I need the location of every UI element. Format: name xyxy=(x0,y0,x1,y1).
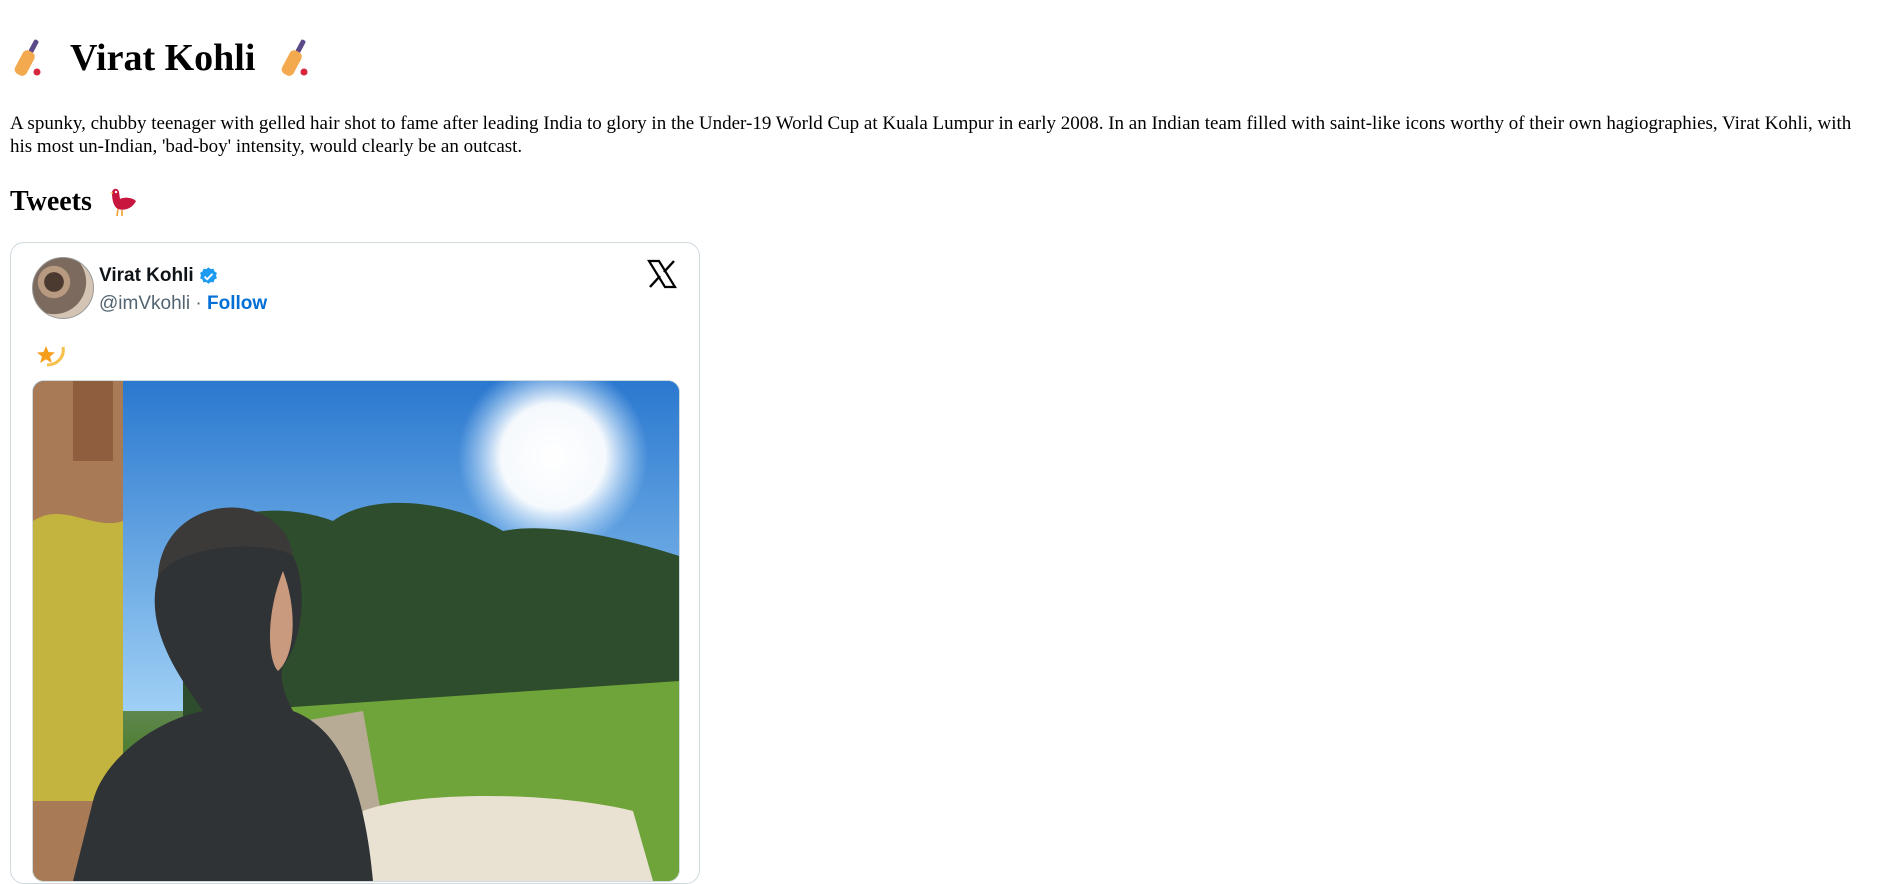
tweets-heading-label: Tweets xyxy=(10,186,92,217)
author-handle[interactable]: @imVkohli xyxy=(99,293,190,314)
author-display-name[interactable]: Virat Kohli xyxy=(99,265,267,287)
author-names: Virat Kohli @imVkohli · Follow xyxy=(99,265,267,319)
photo-illustration xyxy=(33,381,679,881)
tweet-card[interactable]: Virat Kohli @imVkohli · Follow xyxy=(10,242,700,884)
avatar[interactable] xyxy=(32,257,94,319)
author-name-text[interactable]: Virat Kohli xyxy=(99,265,194,287)
tweets-heading: Tweets xyxy=(10,184,1883,220)
separator: · xyxy=(195,293,202,314)
verified-badge-icon xyxy=(199,266,217,284)
cricket-bat-icon xyxy=(14,39,41,76)
follow-button[interactable]: Follow xyxy=(207,293,267,314)
page-title: Virat Kohli xyxy=(70,37,256,79)
cricket-bat-icon xyxy=(282,39,308,76)
shooting-star-icon xyxy=(37,346,65,367)
page-header: Virat Kohli xyxy=(10,0,1883,86)
red-bird-icon xyxy=(109,188,136,217)
tweet-author[interactable]: Virat Kohli @imVkohli · Follow xyxy=(32,257,267,319)
handle-row: @imVkohli · Follow xyxy=(99,293,267,315)
tweet-photo[interactable] xyxy=(32,380,680,882)
page: Virat Kohli A spunky, chubby teenager wi… xyxy=(0,0,1893,220)
intro-paragraph: A spunky, chubby teenager with gelled ha… xyxy=(10,113,1852,157)
x-logo-icon[interactable] xyxy=(647,259,677,289)
